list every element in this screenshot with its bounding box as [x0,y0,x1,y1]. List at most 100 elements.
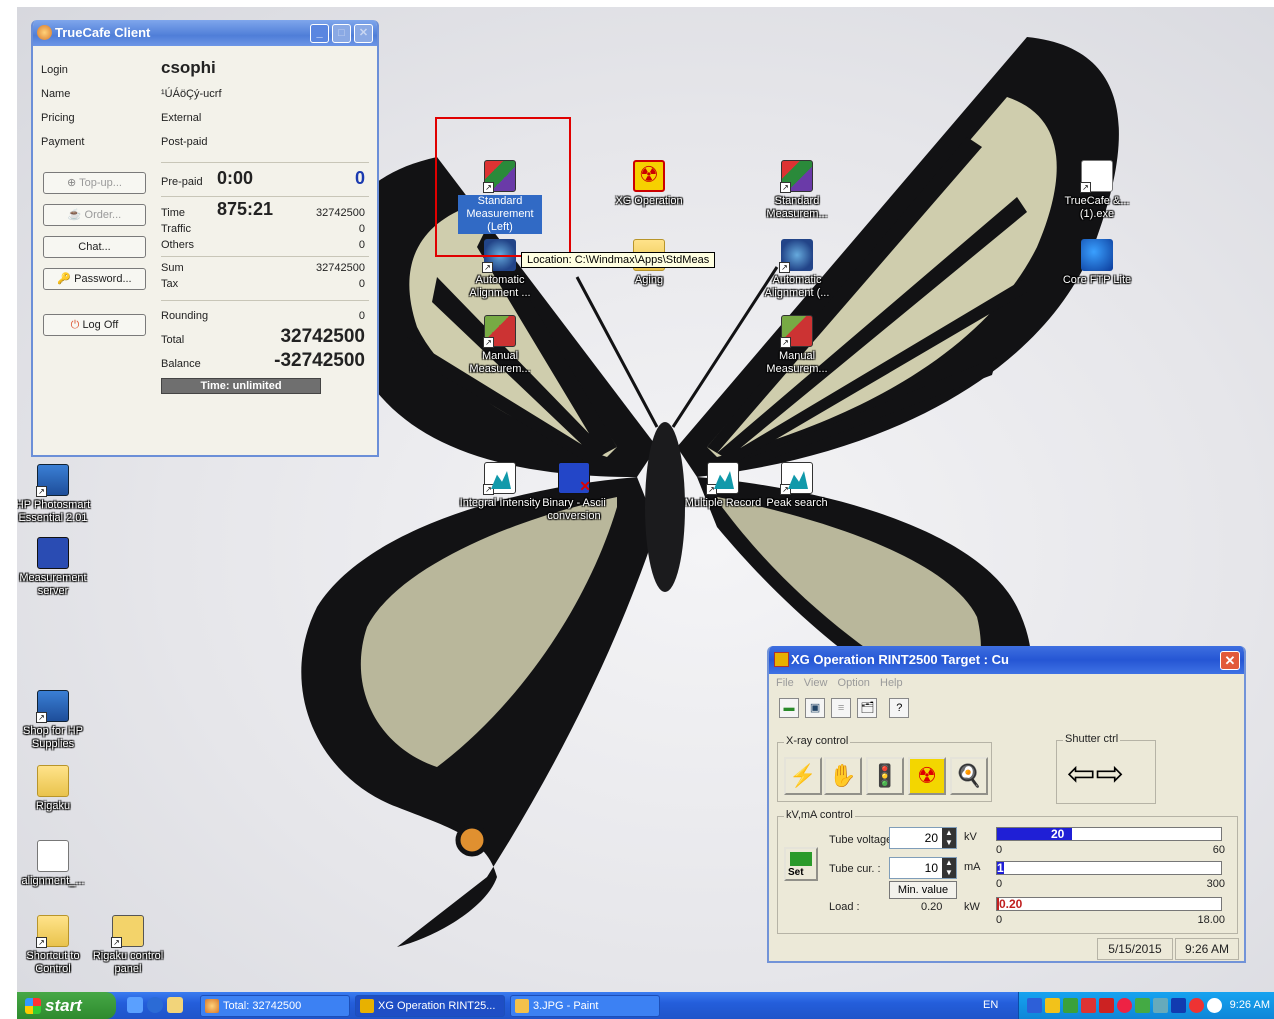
alignment-icon: ↗ [779,239,813,273]
xray-control-group: X-ray control ⚡ ✋ 🚦 ☢ 🍳 [777,735,992,802]
clock[interactable]: 9:26 AM [1230,992,1270,1019]
spinner-arrows-icon[interactable]: ▲ ▼ [942,858,956,878]
security-icon[interactable] [1045,998,1060,1013]
set-button[interactable]: Set [784,847,818,881]
desktop-icon-integral-intensity[interactable]: ↗ Integral Intensity [458,462,542,510]
xray-on-icon[interactable]: ⚡ [784,757,822,795]
hand-icon[interactable]: ✋ [824,757,862,795]
logoff-icon: ⏻ [70,319,80,331]
desktop-icon-truecafe-exe[interactable]: ↗ TrueCafe &...(1).exe [1055,160,1139,221]
password-button[interactable]: 🔑 Password... [43,268,146,290]
minimize-button[interactable]: _ [310,24,329,43]
desktop-icon-rigaku-control-panel[interactable]: ↗ Rigaku control panel [86,915,170,976]
xg-menubar: File View Option Help [769,674,1244,692]
kv-min: 0 [996,844,1003,856]
payment-value: Post-paid [161,136,208,148]
media-player-icon[interactable] [147,997,163,1013]
update-icon[interactable] [1063,998,1078,1013]
menu-help[interactable]: Help [880,677,903,689]
menu-option[interactable]: Option [838,677,870,689]
min-value-button[interactable]: Min. value [889,881,957,899]
login-label: Login [41,64,68,76]
desktop-icon-alignment[interactable]: alignment_... [17,840,95,888]
connect-icon[interactable]: ▬ [779,698,799,718]
alert-icon[interactable] [1117,998,1132,1013]
media-icon[interactable] [1171,998,1186,1013]
ma-bar-value: 10 [997,861,1011,875]
tube-voltage-input[interactable]: 20 ▲ ▼ [889,827,957,849]
hp-icon: ↗ [36,464,69,497]
logoff-button[interactable]: ⏻ Log Off [43,314,146,336]
kaspersky-icon[interactable] [1099,998,1114,1013]
ftp-icon [1081,239,1113,271]
radiation-icon [633,160,665,192]
others-amount: 0 [358,239,365,251]
record-icon[interactable] [1189,998,1204,1013]
desktop-icon-manual-measurement-right[interactable]: ↗ Manual Measurem... [755,315,839,376]
desktop-icon-multiple-record[interactable]: ↗ Multiple Record [681,462,765,510]
desktop-icon-core-ftp-lite[interactable]: Core FTP Lite [1055,239,1139,287]
xg-app-icon [774,652,789,667]
ma-max: 300 [1206,878,1225,890]
desktop-icon-peak-search[interactable]: ↗ Peak search [755,462,839,510]
desktop-icon-shortcut-control[interactable]: ↗ Shortcut to Control [17,915,95,976]
radiation-icon[interactable]: ☢ [908,757,946,795]
kv-max: 60 [1212,844,1225,856]
bluetooth-icon[interactable] [1153,998,1168,1013]
desktop-icon-measurement-server[interactable]: Measurement server [17,537,95,598]
tax-label: Tax [161,278,179,290]
ma-bar: 10 [996,861,1222,875]
task-paint[interactable]: 3.JPG - Paint [510,995,660,1017]
cooling-icon[interactable]: 🍳 [950,757,988,795]
windows-logo-icon [25,998,41,1014]
kvma-control-group: kV,mA control Set Tube voltage : 20 ▲ ▼ k… [777,809,1238,934]
xg-titlebar[interactable]: XG Operation RINT2500 Target : Cu ✕ [769,646,1244,674]
desktop-icon-standard-measurement-right[interactable]: ↗ Standard Measurem... [755,160,839,221]
system-tray: 9:26 AM [1018,992,1274,1019]
desktop-icon-automatic-alignment-right[interactable]: ↗ Automatic Alignment (... [755,239,839,300]
spinner-arrows-icon[interactable]: ▲ ▼ [942,828,956,848]
task-truecafe[interactable]: Total: 32742500 [200,995,350,1017]
close-button[interactable]: ✕ [1220,651,1240,670]
volume-icon[interactable] [1207,998,1222,1013]
list-icon[interactable]: ≡ [831,698,852,718]
menu-view[interactable]: View [804,677,828,689]
desktop-icon-xg-operation[interactable]: XG Operation [607,160,691,208]
help-icon[interactable]: ? [889,698,910,718]
shop-icon: ↗ [36,690,69,723]
close-button: ✕ [354,24,373,43]
traffic-light-icon[interactable]: 🚦 [866,757,904,795]
shutter-arrows-icon[interactable]: ⇦⇨ [1067,757,1124,791]
sync-icon[interactable] [1135,998,1150,1013]
properties-icon[interactable]: 🗂 [857,698,878,718]
device-icon[interactable]: ▣ [805,698,826,718]
status-time: 9:26 AM [1175,938,1239,960]
explorer-icon[interactable] [167,997,183,1013]
xg-task-icon [360,999,374,1013]
chat-button[interactable]: Chat... [43,236,146,258]
menu-file[interactable]: File [776,677,794,689]
desktop-icon-rigaku[interactable]: Rigaku [17,765,95,813]
antivirus-icon[interactable] [1081,998,1096,1013]
task-xg-operation[interactable]: XG Operation RINT25... [355,995,505,1017]
language-indicator[interactable]: EN [983,992,998,1019]
time-label: Time [161,207,186,219]
set-icon [790,852,812,866]
pricing-label: Pricing [41,112,75,124]
desktop-icon-binary-ascii[interactable]: Binary - Ascii conversion [532,462,616,523]
floppy-disk-icon [558,462,591,495]
desktop-icon-hp-photosmart[interactable]: ↗ HP Photosmart Essential 2.01 [17,464,95,525]
truecafe-titlebar[interactable]: TrueCafe Client _ □ ✕ [33,20,377,46]
network-icon[interactable] [1027,998,1042,1013]
highlight-rectangle [435,117,571,257]
start-button[interactable]: start [17,992,116,1019]
tube-current-input[interactable]: 10 ▲ ▼ [889,857,957,879]
ie-icon[interactable] [127,997,143,1013]
desktop-icon-shop-hp-supplies[interactable]: ↗ Shop for HP Supplies [17,690,95,751]
time-status-bar: Time: unlimited [161,378,321,394]
pricing-value: External [161,112,202,124]
desktop-icon-manual-measurement-left[interactable]: ↗ Manual Measurem... [458,315,542,376]
taskbar: start Total: 32742500 XG Operation RINT2… [17,992,1274,1019]
manual-measurement-icon: ↗ [780,315,813,348]
tube-voltage-label: Tube voltage : [829,834,899,846]
